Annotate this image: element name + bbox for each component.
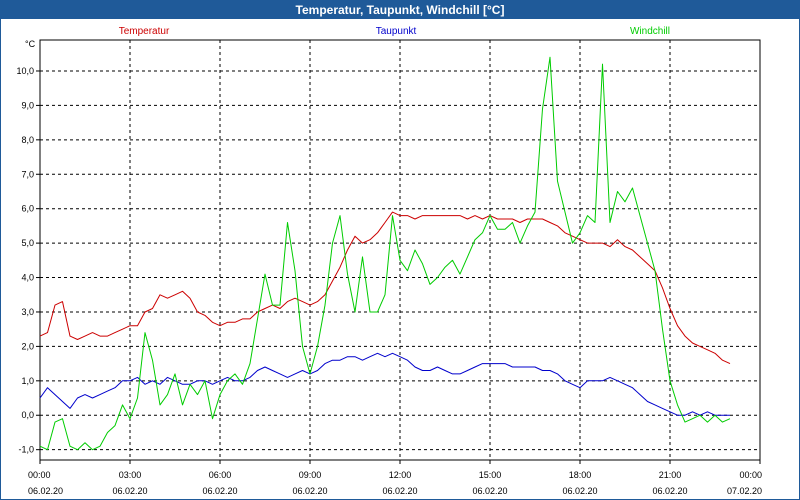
y-tick-label: 8,0 (21, 135, 34, 145)
legend-taupunkt: Taupunkt (376, 26, 417, 37)
x-tick-date: 06.02.20 (292, 486, 327, 496)
y-tick-label: -1,0 (18, 445, 34, 455)
y-tick-label: 7,0 (21, 169, 34, 179)
y-axis-ticks: -1,0 0,0 1,0 2,0 3,0 4,0 5,0 6,0 7,0 8,0 9,0 10,0 (16, 66, 40, 455)
y-tick-label: 4,0 (21, 273, 34, 283)
x-tick-date: 06.02.20 (472, 486, 507, 496)
y-tick-label: 9,0 (21, 100, 34, 110)
y-tick-label: 6,0 (21, 204, 34, 214)
y-tick-label: 0,0 (21, 410, 34, 420)
x-tick-time: 09:00 (299, 470, 322, 480)
x-tick-date: 06.02.20 (28, 486, 63, 496)
x-tick-time: 18:00 (569, 470, 592, 480)
chart-canvas: -1,0 0,0 1,0 2,0 3,0 4,0 5,0 6,0 7,0 8,0 9,0 10,0 0… (16, 26, 762, 496)
x-tick-time: 00:00 (739, 470, 762, 480)
x-tick-date: 06.02.20 (112, 486, 147, 496)
y-tick-label: 5,0 (21, 238, 34, 248)
x-tick-time: 12:00 (389, 470, 412, 480)
y-tick-label: 3,0 (21, 307, 34, 317)
y-tick-label: 1,0 (21, 376, 34, 386)
x-tick-date: 07.02.20 (727, 486, 762, 496)
x-tick-date: 06.02.20 (382, 486, 417, 496)
y-tick-label: 10,0 (16, 66, 34, 76)
legend-windchill: Windchill (630, 26, 670, 37)
x-tick-time: 15:00 (479, 470, 502, 480)
x-tick-time: 21:00 (659, 470, 682, 480)
x-tick-date: 06.02.20 (652, 486, 687, 496)
x-axis-ticks: 00:00 06.02.20 03:00 06.02.20 06:00 06.02.20 0… (28, 460, 762, 496)
y-axis-unit: °C (25, 39, 36, 49)
x-tick-time: 06:00 (209, 470, 232, 480)
x-tick-time: 00:00 (28, 470, 51, 480)
y-tick-label: 2,0 (21, 341, 34, 351)
x-tick-date: 06.02.20 (202, 486, 237, 496)
x-tick-date: 06.02.20 (562, 486, 597, 496)
x-tick-time: 03:00 (119, 470, 142, 480)
legend-temperatur: Temperatur (119, 26, 170, 37)
